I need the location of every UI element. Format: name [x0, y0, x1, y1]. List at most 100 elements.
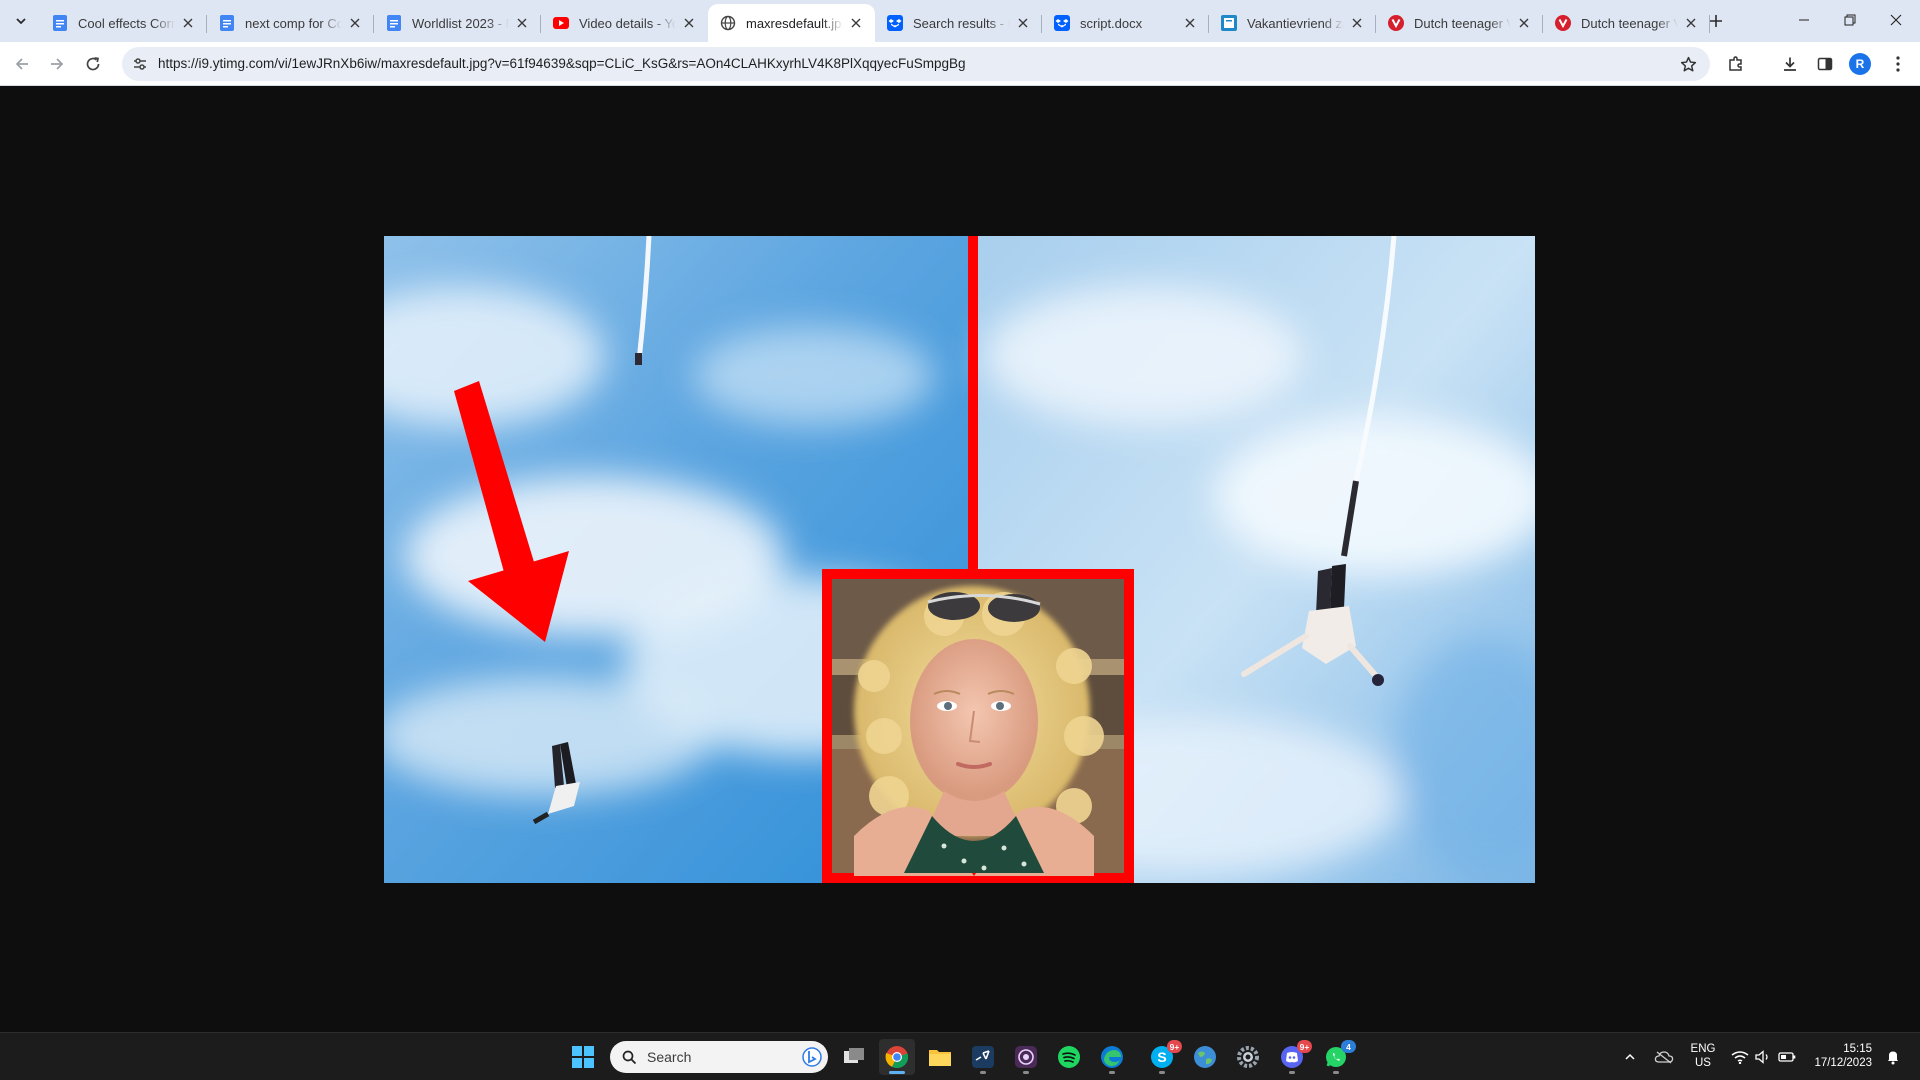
wifi-icon[interactable] — [1728, 1039, 1752, 1075]
minimize-button[interactable] — [1781, 0, 1827, 40]
tor-icon[interactable] — [1008, 1039, 1044, 1075]
clock-time: 15:15 — [1843, 1043, 1872, 1055]
address-bar[interactable]: https://i9.ytimg.com/vi/1ewJRnXb6iw/maxr… — [122, 47, 1710, 81]
extensions-button[interactable] — [1720, 48, 1752, 80]
side-panel-icon — [1817, 57, 1833, 71]
dropbox-icon — [1054, 15, 1070, 31]
downloads-button[interactable] — [1774, 48, 1806, 80]
onedrive-icon[interactable] — [1650, 1039, 1678, 1075]
tab[interactable]: Dutch teenager Vakantie — [1543, 4, 1710, 42]
tab-title: Video details - YouTube Studio — [579, 15, 676, 31]
language-indicator[interactable]: ENG US — [1688, 1042, 1718, 1070]
google-docs-icon — [219, 15, 235, 31]
bing-icon[interactable] — [802, 1047, 822, 1072]
close-icon[interactable] — [1014, 14, 1032, 32]
tab[interactable]: Dutch teenager Vakantie — [1376, 4, 1543, 42]
restore-icon — [1844, 14, 1856, 26]
battery-icon[interactable] — [1775, 1039, 1799, 1075]
taskbar-search-box[interactable]: Search — [610, 1041, 828, 1073]
region-code: US — [1695, 1057, 1711, 1069]
close-icon[interactable] — [680, 14, 698, 32]
google-docs-icon — [386, 15, 402, 31]
document-icon — [1221, 15, 1237, 31]
bell-icon — [1888, 1051, 1898, 1065]
close-icon[interactable] — [1181, 14, 1199, 32]
search-placeholder: Search — [647, 1049, 692, 1065]
tab[interactable]: Video details - YouTube Studio — [541, 4, 708, 42]
windows-taskbar: Search S 9+ 9+ 4 ENG US 15:15 17/12/2023 — [0, 1032, 1920, 1080]
tab-title: Dutch teenager Vakantie — [1581, 15, 1678, 31]
tab[interactable]: script.docx — [1042, 4, 1209, 42]
task-view-icon[interactable] — [836, 1039, 872, 1075]
restore-button[interactable] — [1827, 0, 1873, 40]
close-icon[interactable] — [1682, 14, 1700, 32]
news-icon — [1388, 15, 1404, 31]
close-icon — [1890, 14, 1902, 26]
tab-search-button[interactable] — [8, 8, 34, 34]
profile-button[interactable]: R — [1844, 48, 1876, 80]
tab[interactable]: Vakantievriend zat — [1209, 4, 1376, 42]
discord-icon[interactable]: 9+ — [1274, 1039, 1312, 1075]
url-text[interactable]: https://i9.ytimg.com/vi/1ewJRnXb6iw/maxr… — [158, 56, 966, 71]
star-icon — [1680, 56, 1696, 72]
search-icon — [622, 1050, 637, 1064]
tab-title: Vakantievriend zat — [1247, 15, 1344, 31]
start-button[interactable] — [565, 1039, 601, 1075]
notification-badge: 9+ — [1167, 1040, 1182, 1053]
running-indicator — [1159, 1071, 1165, 1074]
close-icon[interactable] — [513, 14, 531, 32]
new-tab-button[interactable] — [1703, 8, 1729, 34]
tab[interactable]: Cool effects Corner — [40, 4, 207, 42]
tab-list: Cool effects Corner next comp for Corner… — [40, 4, 1710, 42]
tab-title: maxresdefault.jpg — [746, 15, 843, 31]
spotify-icon[interactable] — [1051, 1039, 1087, 1075]
tab[interactable]: Worldlist 2023 - Notes — [374, 4, 541, 42]
steam-icon[interactable] — [965, 1039, 1001, 1075]
red-divider — [968, 236, 978, 576]
running-indicator — [980, 1071, 986, 1074]
tab[interactable]: next comp for Corner — [207, 4, 374, 42]
tab-title: next comp for Corner — [245, 15, 342, 31]
skype-icon[interactable]: S 9+ — [1144, 1039, 1182, 1075]
bookmark-button[interactable] — [1676, 52, 1700, 76]
displayed-image[interactable] — [384, 236, 1535, 883]
tab-active[interactable]: maxresdefault.jpg — [708, 4, 875, 42]
puzzle-icon — [1729, 56, 1742, 71]
file-explorer-icon[interactable] — [922, 1039, 958, 1075]
image-viewer — [0, 87, 1920, 1032]
minimize-icon — [1799, 19, 1809, 21]
back-button[interactable] — [6, 48, 38, 80]
google-docs-icon — [52, 15, 68, 31]
edge-icon[interactable] — [1094, 1039, 1130, 1075]
site-info-button[interactable] — [128, 52, 152, 76]
tab-strip: Cool effects Corner next comp for Corner… — [0, 0, 1920, 42]
tab-title: Search results - Dropbox — [913, 15, 1010, 31]
close-icon[interactable] — [346, 14, 364, 32]
clock[interactable]: 15:15 17/12/2023 — [1806, 1042, 1872, 1070]
tab-title: Dutch teenager Vakantie — [1414, 15, 1511, 31]
arrow-right-icon — [51, 58, 64, 70]
tab-title: Cool effects Corner — [78, 15, 175, 31]
close-icon[interactable] — [847, 14, 865, 32]
thumbnail-image — [384, 236, 1535, 883]
forward-button[interactable] — [41, 48, 73, 80]
tab[interactable]: Search results - Dropbox — [875, 4, 1042, 42]
settings-icon[interactable] — [1230, 1039, 1266, 1075]
show-hidden-icons-button[interactable] — [1616, 1039, 1644, 1075]
running-indicator — [1333, 1071, 1339, 1074]
close-window-button[interactable] — [1873, 0, 1919, 40]
reload-button[interactable] — [77, 48, 109, 80]
earth-icon[interactable] — [1187, 1039, 1223, 1075]
chevron-up-icon — [1625, 1053, 1635, 1060]
avatar: R — [1849, 53, 1871, 75]
volume-icon[interactable] — [1751, 1039, 1775, 1075]
side-panel-button[interactable] — [1809, 48, 1841, 80]
notifications-button[interactable] — [1880, 1039, 1906, 1075]
close-icon[interactable] — [179, 14, 197, 32]
chrome-icon[interactable] — [879, 1039, 915, 1075]
close-icon[interactable] — [1348, 14, 1366, 32]
close-icon[interactable] — [1515, 14, 1533, 32]
tab-title: script.docx — [1080, 15, 1143, 31]
whatsapp-icon[interactable]: 4 — [1318, 1039, 1356, 1075]
menu-button[interactable] — [1882, 48, 1914, 80]
